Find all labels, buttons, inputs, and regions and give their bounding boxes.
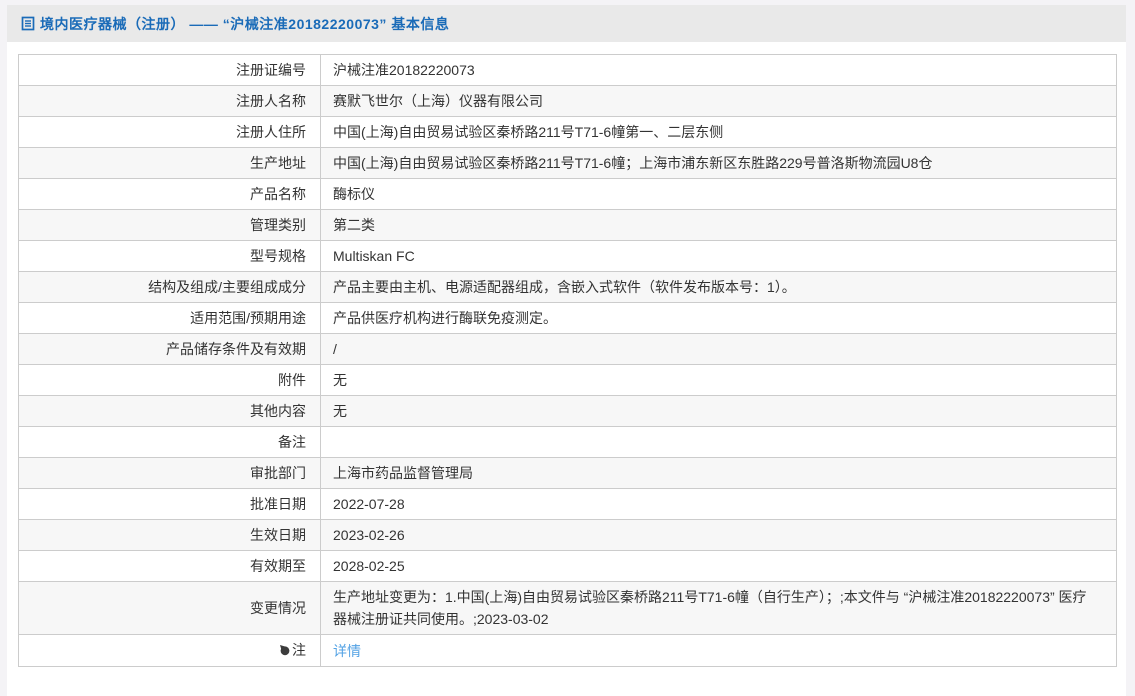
row-label: 注册人住所 xyxy=(18,116,321,148)
row-label: 产品名称 xyxy=(18,178,321,210)
table-row: 结构及组成/主要组成成分 产品主要由主机、电源适配器组成，含嵌入式软件（软件发布… xyxy=(18,271,1117,303)
row-value: 酶标仪 xyxy=(320,178,1117,210)
row-label: 审批部门 xyxy=(18,457,321,489)
row-label: 结构及组成/主要组成成分 xyxy=(18,271,321,303)
detail-link[interactable]: 详情 xyxy=(333,643,361,659)
row-value: 上海市药品监督管理局 xyxy=(320,457,1117,489)
row-value: 生产地址变更为：1.中国(上海)自由贸易试验区秦桥路211号T71-6幢（自行生… xyxy=(320,581,1117,635)
note-label: 注 xyxy=(292,642,306,658)
row-value: 中国(上海)自由贸易试验区秦桥路211号T71-6幢第一、二层东侧 xyxy=(320,116,1117,148)
row-value: 沪械注准20182220073 xyxy=(320,54,1117,86)
row-value: / xyxy=(320,333,1117,365)
row-value: Multiskan FC xyxy=(320,240,1117,272)
row-label: 批准日期 xyxy=(18,488,321,520)
table-row: 生产地址 中国(上海)自由贸易试验区秦桥路211号T71-6幢；上海市浦东新区东… xyxy=(18,147,1117,179)
registration-info-table: 注册证编号 沪械注准20182220073 注册人名称 赛默飞世尔（上海）仪器有… xyxy=(18,54,1117,667)
row-value: 无 xyxy=(320,395,1117,427)
row-label: 适用范围/预期用途 xyxy=(18,302,321,334)
table-row: 其他内容 无 xyxy=(18,395,1117,427)
content-card: 境内医疗器械（注册） —— “沪械注准20182220073” 基本信息 注册证… xyxy=(7,5,1126,696)
row-label: 备注 xyxy=(18,426,321,458)
table-row: 注册人名称 赛默飞世尔（上海）仪器有限公司 xyxy=(18,85,1117,117)
row-value: 无 xyxy=(320,364,1117,396)
row-value: 2022-07-28 xyxy=(320,488,1117,520)
table-row: 有效期至 2028-02-25 xyxy=(18,550,1117,582)
table-row-change-info: 变更情况 生产地址变更为：1.中国(上海)自由贸易试验区秦桥路211号T71-6… xyxy=(18,581,1117,635)
row-label: 生产地址 xyxy=(18,147,321,179)
table-row: 审批部门 上海市药品监督管理局 xyxy=(18,457,1117,489)
row-label: 产品储存条件及有效期 xyxy=(18,333,321,365)
table-row: 注册人住所 中国(上海)自由贸易试验区秦桥路211号T71-6幢第一、二层东侧 xyxy=(18,116,1117,148)
table-row: 注册证编号 沪械注准20182220073 xyxy=(18,54,1117,86)
table-row: 管理类别 第二类 xyxy=(18,209,1117,241)
row-value: 产品主要由主机、电源适配器组成，含嵌入式软件（软件发布版本号：1）。 xyxy=(320,271,1117,303)
row-label: 注册证编号 xyxy=(18,54,321,86)
page-title: 境内医疗器械（注册） —— “沪械注准20182220073” 基本信息 xyxy=(40,15,450,32)
row-label: 生效日期 xyxy=(18,519,321,551)
document-icon xyxy=(21,16,35,31)
row-label: 注 xyxy=(18,634,321,667)
note-icon xyxy=(279,640,290,662)
table-row: 附件 无 xyxy=(18,364,1117,396)
table-row: 备注 xyxy=(18,426,1117,458)
row-label: 变更情况 xyxy=(18,581,321,635)
row-value: 详情 xyxy=(320,634,1117,667)
table-row-note: 注 详情 xyxy=(18,634,1117,667)
row-label: 型号规格 xyxy=(18,240,321,272)
row-value: 中国(上海)自由贸易试验区秦桥路211号T71-6幢；上海市浦东新区东胜路229… xyxy=(320,147,1117,179)
row-label: 注册人名称 xyxy=(18,85,321,117)
row-label: 管理类别 xyxy=(18,209,321,241)
row-value: 产品供医疗机构进行酶联免疫测定。 xyxy=(320,302,1117,334)
table-row: 型号规格 Multiskan FC xyxy=(18,240,1117,272)
row-value: 2023-02-26 xyxy=(320,519,1117,551)
row-label: 附件 xyxy=(18,364,321,396)
table-row: 批准日期 2022-07-28 xyxy=(18,488,1117,520)
table-row: 产品名称 酶标仪 xyxy=(18,178,1117,210)
row-value: 2028-02-25 xyxy=(320,550,1117,582)
table-row: 产品储存条件及有效期 / xyxy=(18,333,1117,365)
page-header: 境内医疗器械（注册） —— “沪械注准20182220073” 基本信息 xyxy=(7,5,1126,42)
row-value: 第二类 xyxy=(320,209,1117,241)
row-value xyxy=(320,426,1117,458)
row-label: 其他内容 xyxy=(18,395,321,427)
row-label: 有效期至 xyxy=(18,550,321,582)
table-row: 生效日期 2023-02-26 xyxy=(18,519,1117,551)
row-value: 赛默飞世尔（上海）仪器有限公司 xyxy=(320,85,1117,117)
table-row: 适用范围/预期用途 产品供医疗机构进行酶联免疫测定。 xyxy=(18,302,1117,334)
